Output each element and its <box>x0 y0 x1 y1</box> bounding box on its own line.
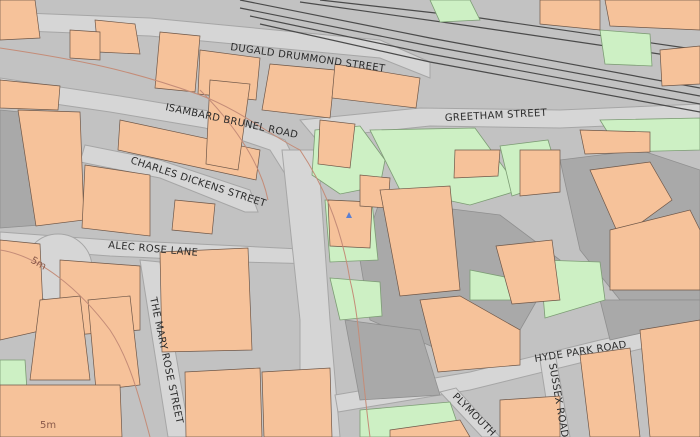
building <box>261 63 336 119</box>
building <box>317 119 356 169</box>
building <box>453 149 501 179</box>
building <box>579 347 641 437</box>
building <box>519 149 561 197</box>
label-contour-5m: 5m <box>40 420 56 431</box>
building <box>159 247 253 353</box>
building <box>69 29 101 61</box>
building <box>154 31 201 93</box>
building <box>639 319 700 437</box>
building <box>327 199 373 249</box>
building <box>94 19 141 55</box>
building <box>171 199 216 235</box>
map-viewport[interactable]: DUGALD DRUMMOND STREET ISAMBARD BRUNEL R… <box>0 0 700 437</box>
building <box>0 384 123 437</box>
building <box>81 164 151 237</box>
map-canvas[interactable]: DUGALD DRUMMOND STREET ISAMBARD BRUNEL R… <box>0 0 700 437</box>
building <box>0 0 41 41</box>
building <box>261 367 333 437</box>
building <box>184 367 263 437</box>
grass-area <box>599 29 653 67</box>
building <box>499 395 561 437</box>
building <box>604 0 700 31</box>
building <box>579 129 651 155</box>
building <box>29 295 91 381</box>
building <box>659 45 700 87</box>
